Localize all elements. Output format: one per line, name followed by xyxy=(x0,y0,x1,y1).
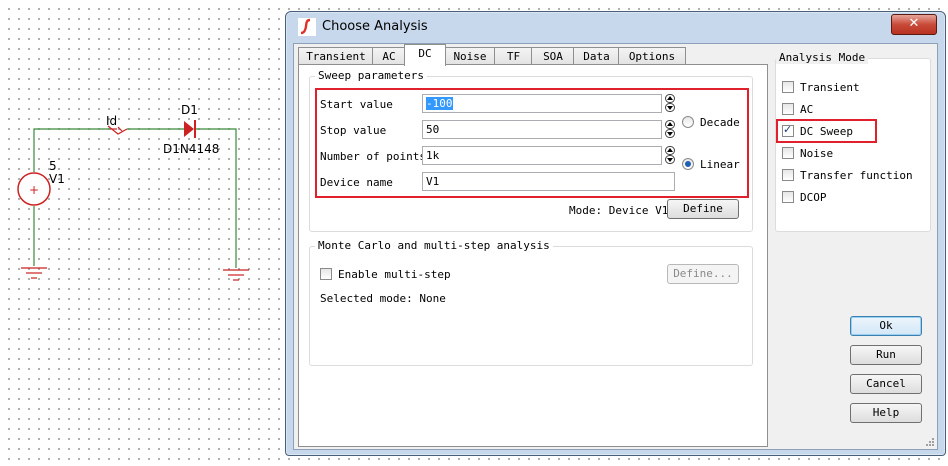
mode-checkbox-transient[interactable] xyxy=(782,81,794,93)
device-name-input[interactable]: V1 xyxy=(422,172,675,191)
dialog-title: Choose Analysis xyxy=(322,19,428,34)
tab-transient[interactable]: Transient xyxy=(298,47,374,65)
decade-radio-label: Decade xyxy=(700,116,740,129)
tab-ac[interactable]: AC xyxy=(372,47,406,65)
spin-down-icon[interactable] xyxy=(665,103,675,112)
mode-checkbox-transfer-function[interactable] xyxy=(782,169,794,181)
choose-analysis-dialog: Choose Analysis ✕ Transient AC DC Noise … xyxy=(285,11,946,456)
schematic-canvas[interactable]: + 5 V1 Id D1 D1N4148 xyxy=(0,0,285,466)
mode-checkbox-dcop[interactable] xyxy=(782,191,794,203)
diode-model-label: D1N4148 xyxy=(163,142,220,156)
source-plus-sign: + xyxy=(29,183,40,197)
cancel-button[interactable]: Cancel xyxy=(850,374,922,394)
define-button[interactable]: Define xyxy=(667,199,739,219)
decade-radio[interactable] xyxy=(682,116,694,128)
tab-noise[interactable]: Noise xyxy=(444,47,496,65)
mode-label-noise: Noise xyxy=(800,147,834,160)
multistep-define-button[interactable]: Define... xyxy=(667,264,739,284)
checkmark-icon: ✓ xyxy=(783,123,793,136)
schematic-drawing xyxy=(17,120,249,281)
selected-mode-text: Selected mode: None xyxy=(320,292,446,305)
linear-radio-label: Linear xyxy=(700,158,740,171)
dc-tab-panel: Sweep parameters Start value -100 Stop v… xyxy=(298,64,768,447)
spin-up-icon[interactable] xyxy=(665,94,675,103)
analysis-mode-panel: Analysis Mode Transient AC ✓ DC Sweep No… xyxy=(771,44,933,234)
spin-up-icon[interactable] xyxy=(665,120,675,129)
analysis-mode-title: Analysis Mode xyxy=(776,51,869,64)
help-button[interactable]: Help xyxy=(850,403,922,423)
diode-symbol xyxy=(184,120,196,138)
mode-label-transfer-function: Transfer function xyxy=(800,169,913,182)
tab-tf[interactable]: TF xyxy=(494,47,533,65)
mode-label-dc-sweep: DC Sweep xyxy=(800,125,853,138)
number-of-points-spinner[interactable] xyxy=(665,146,675,164)
mode-checkbox-dc-sweep[interactable]: ✓ xyxy=(782,123,794,137)
mode-label-transient: Transient xyxy=(800,81,860,94)
tab-soa[interactable]: SOA xyxy=(531,47,575,65)
title-bar[interactable]: Choose Analysis ✕ xyxy=(286,12,945,42)
start-value-input[interactable]: -100 xyxy=(422,94,662,113)
spin-up-icon[interactable] xyxy=(665,146,675,155)
stop-value-label: Stop value xyxy=(320,124,387,137)
enable-multistep-checkbox[interactable] xyxy=(320,268,332,280)
spin-down-icon[interactable] xyxy=(665,129,675,138)
stop-value-input[interactable]: 50 xyxy=(422,120,662,139)
tab-options[interactable]: Options xyxy=(618,47,686,65)
spin-down-icon[interactable] xyxy=(665,155,675,164)
number-of-points-label: Number of points xyxy=(320,150,426,163)
enable-multistep-label: Enable multi-step xyxy=(338,268,451,281)
source-value-label: 5 xyxy=(49,159,57,173)
resize-grip-icon[interactable] xyxy=(925,437,935,447)
number-of-points-input[interactable]: 1k xyxy=(422,146,662,165)
tab-dc[interactable]: DC xyxy=(404,44,446,66)
start-value-text: -100 xyxy=(426,97,453,110)
monte-carlo-title: Monte Carlo and multi-step analysis xyxy=(315,239,553,252)
app-logo-icon xyxy=(298,18,316,36)
tab-data[interactable]: Data xyxy=(573,47,620,65)
close-button[interactable]: ✕ xyxy=(891,14,937,35)
sweep-parameters-title: Sweep parameters xyxy=(315,69,427,82)
mode-label-ac: AC xyxy=(800,103,814,116)
start-value-spinner[interactable] xyxy=(665,94,675,112)
device-name-label: Device name xyxy=(320,176,393,189)
ammeter-name-label: Id xyxy=(106,114,118,128)
mode-checkbox-noise[interactable] xyxy=(782,147,794,159)
diode-name-label: D1 xyxy=(181,103,198,117)
run-button[interactable]: Run xyxy=(850,345,922,365)
source-name-label: V1 xyxy=(49,172,65,186)
ok-button[interactable]: Ok xyxy=(850,316,922,336)
linear-radio[interactable] xyxy=(682,158,694,170)
mode-checkbox-ac[interactable] xyxy=(782,103,794,115)
ground-symbol-right xyxy=(223,269,249,281)
stop-value-spinner[interactable] xyxy=(665,120,675,138)
sweep-mode-text: Mode: Device V1 xyxy=(569,204,669,217)
dialog-body: Transient AC DC Noise TF SOA Data Option… xyxy=(293,43,938,450)
ground-symbol-left xyxy=(21,267,47,279)
start-value-label: Start value xyxy=(320,98,393,111)
mode-label-dcop: DCOP xyxy=(800,191,827,204)
